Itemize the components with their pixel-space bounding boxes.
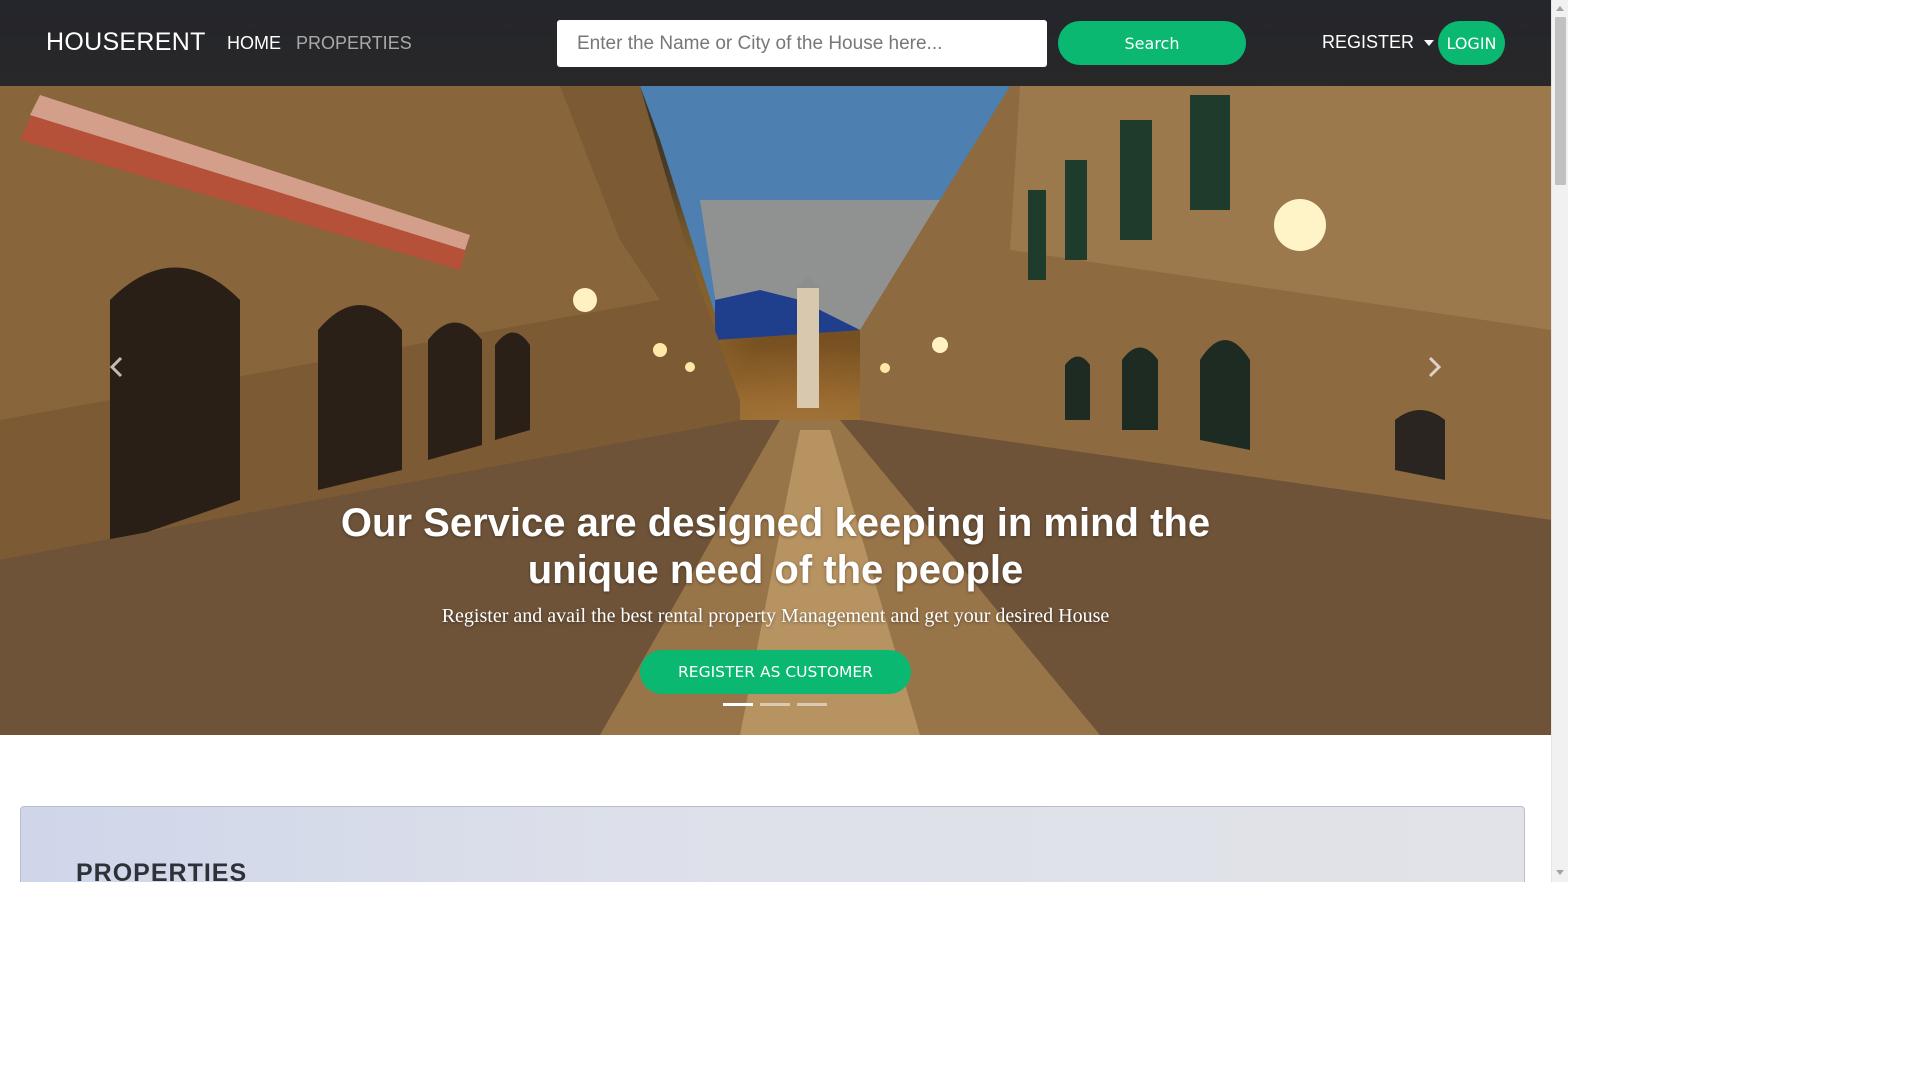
hero-carousel: Our Service are designed keeping in mind…	[0, 0, 1551, 735]
carousel-indicators	[723, 703, 827, 706]
hero-title: Our Service are designed keeping in mind…	[340, 501, 1211, 592]
login-button[interactable]: LOGIN	[1438, 21, 1505, 65]
caret-down-icon	[1424, 39, 1435, 46]
navbar: HOUSERENT HOME PROPERTIES Search REGISTE…	[0, 0, 1551, 86]
register-label: REGISTER	[1322, 32, 1415, 52]
properties-section: PROPERTIES	[20, 806, 1525, 882]
hero-subtitle: Register and avail the best rental prope…	[441, 605, 1110, 627]
register-as-customer-button[interactable]: REGISTER AS CUSTOMER	[640, 650, 911, 694]
carousel-prev-button[interactable]	[102, 352, 132, 382]
scroll-up-arrow-icon[interactable]	[1556, 6, 1564, 11]
carousel-indicator-3[interactable]	[797, 703, 827, 706]
search-input[interactable]	[557, 20, 1047, 67]
brand-logo[interactable]: HOUSERENT	[46, 28, 206, 57]
page: Our Service are designed keeping in mind…	[0, 0, 1568, 882]
carousel-indicator-2[interactable]	[760, 703, 790, 706]
scrollbar-thumb[interactable]	[1555, 17, 1566, 185]
nav-link-home[interactable]: HOME	[227, 33, 281, 54]
properties-heading: PROPERTIES	[76, 859, 248, 882]
carousel-next-button[interactable]	[1419, 352, 1449, 382]
page-scrollbar[interactable]	[1551, 0, 1568, 882]
scroll-down-arrow-icon[interactable]	[1556, 870, 1564, 875]
carousel-indicator-1[interactable]	[723, 703, 753, 706]
chevron-right-icon	[1428, 356, 1442, 378]
register-dropdown[interactable]: REGISTER	[1322, 32, 1435, 53]
nav-link-properties[interactable]: PROPERTIES	[296, 33, 412, 54]
search-button[interactable]: Search	[1058, 21, 1246, 65]
chevron-left-icon	[109, 356, 123, 378]
